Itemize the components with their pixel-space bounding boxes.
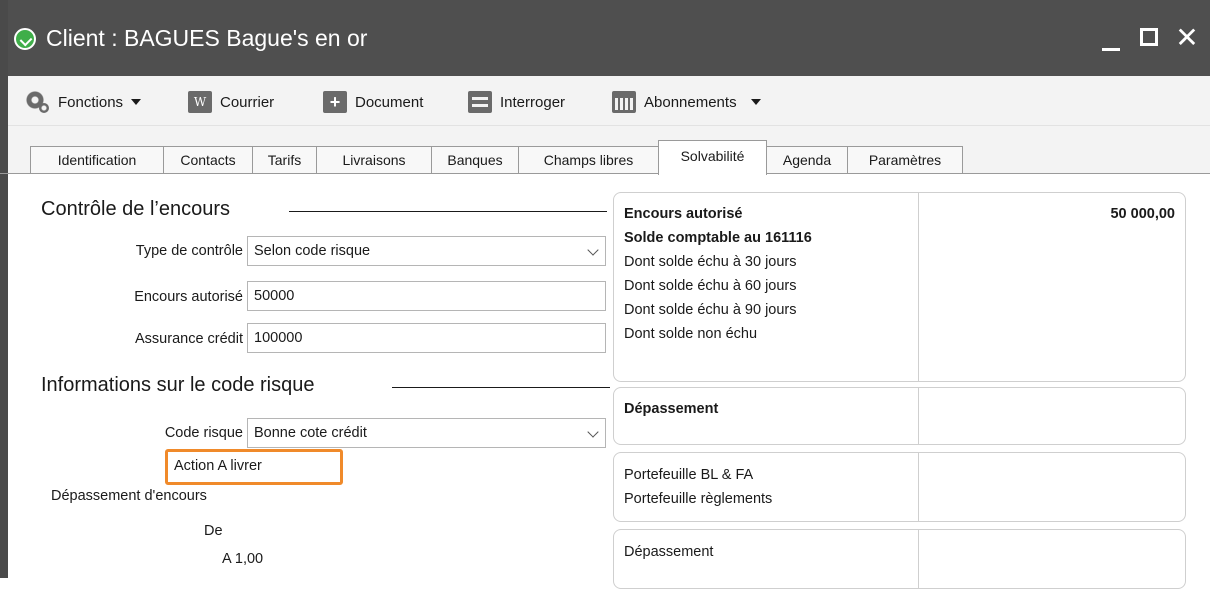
document-button[interactable]: + Document [323,90,423,114]
code-risque-select[interactable]: Bonne cote crédit [247,418,606,448]
word-icon: W [188,91,212,113]
type-controle-value: Selon code risque [254,243,371,259]
encours-autorise-input[interactable]: 50000 [247,281,606,311]
solde-echu-30-label: Dont solde échu à 30 jours [624,254,797,270]
depassement-label: Dépassement [624,401,719,417]
minimize-button[interactable] [1092,18,1130,58]
section-divider [392,387,610,388]
solde-comptable-label: Solde comptable au 161116 [624,230,812,246]
add-document-icon: + [323,91,347,113]
tab-bar: Identification Contacts Tarifs Livraison… [8,126,1210,175]
minimize-icon [1102,48,1120,51]
panel-column-divider [918,193,919,381]
tab-identification[interactable]: Identification [30,146,164,174]
de-text: De [204,523,223,539]
fonctions-menu-button[interactable]: Fonctions [26,90,142,114]
document-label: Document [355,93,424,111]
gear-icon [26,91,50,113]
encours-autorise-summary-value: 50 000,00 [1110,206,1175,222]
depassement-encours-label: Dépassement d'encours [51,488,207,504]
tab-champs-libres[interactable]: Champs libres [518,146,659,174]
a-text: A 1,00 [222,551,264,567]
chevron-down-icon [587,244,599,256]
encours-summary-panel: Encours autorisé Solde comptable au 1611… [613,192,1186,382]
maximize-icon [1140,28,1158,46]
courrier-button[interactable]: W Courrier [188,90,274,114]
abonnements-label: Abonnements [644,93,737,111]
solde-non-echu-label: Dont solde non échu [624,326,758,342]
chevron-down-icon [587,426,599,438]
portefeuille-panel: Portefeuille BL & FA Portefeuille règlem… [613,452,1186,522]
depassement-panel: Dépassement [613,387,1186,445]
panel-column-divider [918,388,919,444]
assurance-credit-label: Assurance crédit [135,331,243,347]
app-logo-icon [14,28,36,50]
section-divider [289,211,607,212]
depassement-total-panel: Dépassement [613,529,1186,589]
tab-solvabilite[interactable]: Solvabilité [658,140,767,175]
panel-column-divider [918,530,919,588]
abonnements-menu-button[interactable]: Abonnements [612,90,761,114]
portefeuille-bl-fa-label: Portefeuille BL & FA [624,467,754,483]
interroger-button[interactable]: Interroger [468,90,565,114]
client-window: Client : BAGUES Bague's en or ✕ Fonction… [0,0,1210,589]
fonctions-label: Fonctions [58,93,124,111]
risque-section-title: Informations sur le code risque [41,374,315,396]
encours-autorise-label: Encours autorisé [134,289,243,305]
chevron-down-icon [131,99,142,105]
maximize-button[interactable] [1130,18,1168,58]
encours-autorise-summary-label: Encours autorisé [624,206,743,222]
toolbar: Fonctions W Courrier + Document Interrog… [8,76,1210,126]
courrier-label: Courrier [220,93,275,111]
tab-tarifs[interactable]: Tarifs [252,146,317,174]
window-title: Client : BAGUES Bague's en or [46,25,368,51]
tab-agenda[interactable]: Agenda [766,146,848,174]
type-controle-select[interactable]: Selon code risque [247,236,606,266]
query-icon [468,91,492,113]
depassement-total-label: Dépassement [624,544,714,560]
window-left-border [0,0,8,578]
tab-parametres[interactable]: Paramètres [847,146,963,174]
panel-column-divider [918,453,919,521]
close-icon: ✕ [1175,21,1199,54]
solde-echu-90-label: Dont solde échu à 90 jours [624,302,797,318]
code-risque-value: Bonne cote crédit [254,425,367,441]
tab-livraisons[interactable]: Livraisons [316,146,432,174]
tab-banques[interactable]: Banques [431,146,519,174]
portefeuille-reglements-label: Portefeuille règlements [624,491,773,507]
close-button[interactable]: ✕ [1168,18,1206,58]
type-controle-label: Type de contrôle [135,243,243,259]
title-bar: Client : BAGUES Bague's en or ✕ [0,0,1210,76]
code-risque-label: Code risque [164,425,243,441]
tab-contacts[interactable]: Contacts [163,146,253,174]
solvabilite-panel: Contrôle de l’encours Type de contrôle S… [8,174,1210,589]
highlight-annotation [165,449,343,485]
assurance-credit-input[interactable]: 100000 [247,323,606,353]
encours-section-title: Contrôle de l’encours [41,198,230,220]
interroger-label: Interroger [500,93,566,111]
calendar-icon [612,91,636,113]
chevron-down-icon [750,99,761,105]
solde-echu-60-label: Dont solde échu à 60 jours [624,278,797,294]
